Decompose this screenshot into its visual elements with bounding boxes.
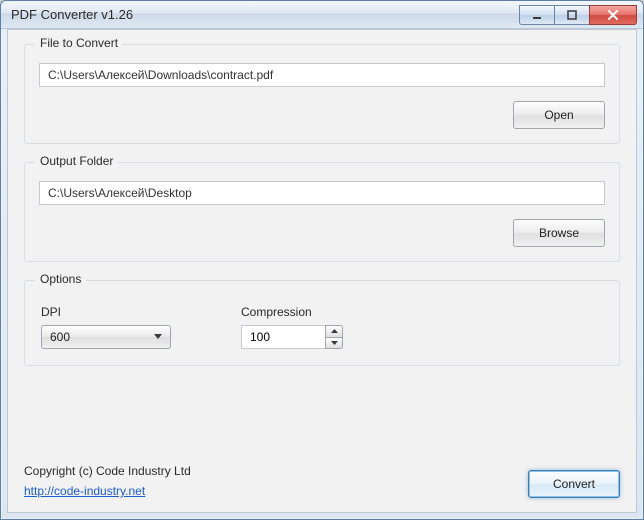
compression-option: Compression — [241, 305, 343, 349]
website-link[interactable]: http://code-industry.net — [24, 484, 191, 498]
close-icon — [607, 10, 619, 20]
options-legend: Options — [35, 272, 86, 286]
dpi-combobox[interactable]: 600 — [41, 325, 171, 349]
compression-up-button[interactable] — [325, 325, 343, 337]
footer: Copyright (c) Code Industry Ltd http://c… — [24, 464, 620, 498]
dpi-value: 600 — [50, 330, 150, 344]
maximize-button[interactable] — [554, 5, 590, 25]
window-controls — [520, 5, 637, 25]
dpi-label: DPI — [41, 305, 171, 319]
file-group-legend: File to Convert — [35, 36, 123, 50]
minimize-button[interactable] — [519, 5, 555, 25]
output-group-legend: Output Folder — [35, 154, 118, 168]
open-button[interactable]: Open — [513, 101, 605, 129]
browse-button[interactable]: Browse — [513, 219, 605, 247]
maximize-icon — [567, 10, 577, 20]
chevron-up-icon — [331, 329, 338, 333]
compression-spinner — [241, 325, 343, 349]
compression-down-button[interactable] — [325, 337, 343, 350]
close-button[interactable] — [589, 5, 637, 25]
output-folder-group: Output Folder Browse — [24, 162, 620, 262]
file-path-input[interactable] — [39, 63, 605, 87]
titlebar[interactable]: PDF Converter v1.26 — [1, 1, 643, 29]
convert-button[interactable]: Convert — [528, 470, 620, 498]
compression-label: Compression — [241, 305, 343, 319]
options-group: Options DPI 600 Compression — [24, 280, 620, 366]
chevron-down-icon — [150, 334, 166, 340]
file-to-convert-group: File to Convert Open — [24, 44, 620, 144]
window-title: PDF Converter v1.26 — [11, 7, 520, 22]
client-area: File to Convert Open Output Folder Brows… — [7, 29, 637, 513]
minimize-icon — [532, 10, 542, 20]
chevron-down-icon — [331, 341, 338, 345]
compression-input[interactable] — [241, 325, 325, 349]
output-path-input[interactable] — [39, 181, 605, 205]
app-window: PDF Converter v1.26 File to Convert Open… — [0, 0, 644, 520]
copyright-text: Copyright (c) Code Industry Ltd — [24, 464, 191, 478]
dpi-option: DPI 600 — [41, 305, 171, 349]
